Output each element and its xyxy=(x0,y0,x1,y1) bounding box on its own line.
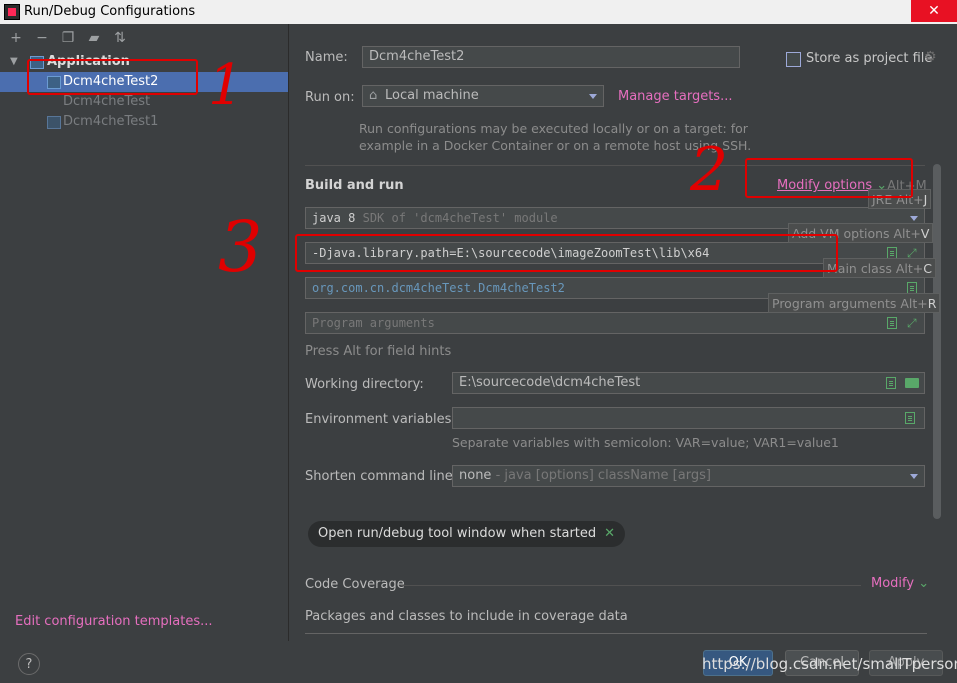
field-hints-text: Press Alt for field hints xyxy=(305,344,452,359)
gear-icon[interactable]: ⚙ xyxy=(924,49,937,65)
form-scrollbar[interactable] xyxy=(933,164,941,519)
edit-text-icon[interactable] xyxy=(887,317,897,329)
expand-icon[interactable]: ⤢ xyxy=(907,313,917,333)
main-class-value: org.com.cn.dcm4cheTest.Dcm4cheTest2 xyxy=(312,281,565,295)
tree-item-dcm4chetest1[interactable]: Dcm4cheTest1 xyxy=(0,112,288,132)
shorten-command-line-value: none xyxy=(459,468,492,483)
program-arguments-placeholder: Program arguments xyxy=(312,316,435,330)
annotation-number-3: 3 xyxy=(218,206,263,288)
working-directory-input[interactable]: E:\sourcecode\dcm4cheTest xyxy=(452,372,925,394)
packages-table-top xyxy=(305,633,927,634)
edit-text-icon[interactable] xyxy=(905,412,915,424)
environment-variables-input[interactable] xyxy=(452,407,925,429)
open-tool-window-label: Open run/debug tool window when started xyxy=(318,526,597,541)
annotation-box-2 xyxy=(745,158,913,198)
open-tool-window-chip[interactable]: Open run/debug tool window when started ✕ xyxy=(308,521,626,547)
copy-icon[interactable]: ❐ xyxy=(60,30,76,46)
application-icon xyxy=(47,116,61,129)
coverage-modify-link[interactable]: Modify ⌄ xyxy=(871,576,929,591)
add-icon[interactable]: + xyxy=(8,30,24,46)
packages-coverage-label: Packages and classes to include in cover… xyxy=(305,609,628,624)
close-icon[interactable]: ✕ xyxy=(604,526,615,541)
close-window-button[interactable]: ✕ xyxy=(911,0,957,22)
title-bar: Run/Debug Configurations ✕ xyxy=(0,0,957,24)
run-on-select[interactable]: ⌂ Local machine xyxy=(362,85,604,107)
working-directory-value: E:\sourcecode\dcm4cheTest xyxy=(459,375,641,390)
intellij-logo-icon xyxy=(4,4,20,20)
tree-item-label: Dcm4cheTest xyxy=(63,94,151,109)
section-divider xyxy=(401,585,861,586)
environment-variables-label: Environment variables: xyxy=(305,412,456,427)
dialog-footer: ? OK Cancel Apply https://blog.csdn.net/… xyxy=(0,641,957,683)
annotation-box-3 xyxy=(295,234,838,272)
watermark-text: https://blog.csdn.net/smallTperson xyxy=(702,655,957,673)
chevron-down-icon xyxy=(910,216,918,221)
tree-item-dcm4chetest[interactable]: Dcm4cheTest xyxy=(0,92,288,112)
tree-item-label: Dcm4cheTest1 xyxy=(63,114,159,129)
sidebar-toolbar: + − ❐ ▰ ⇅ xyxy=(8,30,128,48)
build-run-header: Build and run xyxy=(305,178,404,193)
tooltip-key: J xyxy=(923,192,928,207)
code-coverage-label: Code Coverage xyxy=(305,577,405,592)
folder-add-icon[interactable]: ▰ xyxy=(86,30,102,46)
chevron-down-icon[interactable]: ▼ xyxy=(10,52,18,72)
store-project-checkbox[interactable] xyxy=(786,52,801,67)
jre-hint: SDK of 'dcm4cheTest' module xyxy=(362,211,558,225)
name-label: Name: xyxy=(305,50,348,65)
edit-text-icon[interactable] xyxy=(886,377,896,389)
configurations-sidebar: + − ❐ ▰ ⇅ ▼ Application Dcm4cheTest2 Dcm… xyxy=(0,24,289,641)
shorten-command-line-select[interactable]: none - java [options] className [args] xyxy=(452,465,925,487)
window-title: Run/Debug Configurations xyxy=(24,4,196,19)
coverage-modify-label: Modify xyxy=(871,576,915,591)
edit-configuration-templates-link[interactable]: Edit configuration templates... xyxy=(15,614,213,629)
shorten-command-line-hint: - java [options] className [args] xyxy=(495,468,711,483)
annotation-number-1: 1 xyxy=(208,53,244,118)
home-icon: ⌂ xyxy=(369,88,378,103)
tooltip-key: C xyxy=(923,261,932,276)
tooltip-text: Main class Alt+ xyxy=(827,261,924,276)
annotation-box-1 xyxy=(27,59,198,95)
chevron-down-icon xyxy=(910,474,918,479)
manage-targets-link[interactable]: Manage targets... xyxy=(618,89,732,104)
program-arguments-input[interactable]: Program arguments ⤢ xyxy=(305,312,925,334)
main-class-shortcut-tooltip: Main class Alt+C xyxy=(823,258,936,278)
tooltip-key: V xyxy=(920,226,930,241)
sort-icon[interactable]: ⇅ xyxy=(112,30,128,46)
store-project-label: Store as project file xyxy=(806,51,933,66)
program-arguments-shortcut-tooltip: Program arguments Alt+R xyxy=(768,293,941,313)
remove-icon[interactable]: − xyxy=(34,30,50,46)
environment-variables-hint: Separate variables with semicolon: VAR=v… xyxy=(452,435,839,450)
run-on-label: Run on: xyxy=(305,90,355,105)
shorten-command-line-label: Shorten command line: xyxy=(305,469,458,484)
annotation-number-2: 2 xyxy=(690,135,729,205)
jre-value: java 8 xyxy=(312,211,356,225)
tooltip-key: R xyxy=(927,296,937,311)
help-button[interactable]: ? xyxy=(18,653,40,675)
tooltip-text: Program arguments Alt+ xyxy=(772,296,928,311)
run-on-value: Local machine xyxy=(385,88,479,103)
chevron-down-icon: ⌄ xyxy=(918,576,930,591)
working-directory-label: Working directory: xyxy=(305,377,424,392)
chevron-down-icon xyxy=(589,94,597,99)
configuration-form: Name: Dcm4cheTest2 Store as project file… xyxy=(289,24,957,641)
name-input[interactable]: Dcm4cheTest2 xyxy=(362,46,740,68)
folder-icon[interactable] xyxy=(905,378,919,388)
